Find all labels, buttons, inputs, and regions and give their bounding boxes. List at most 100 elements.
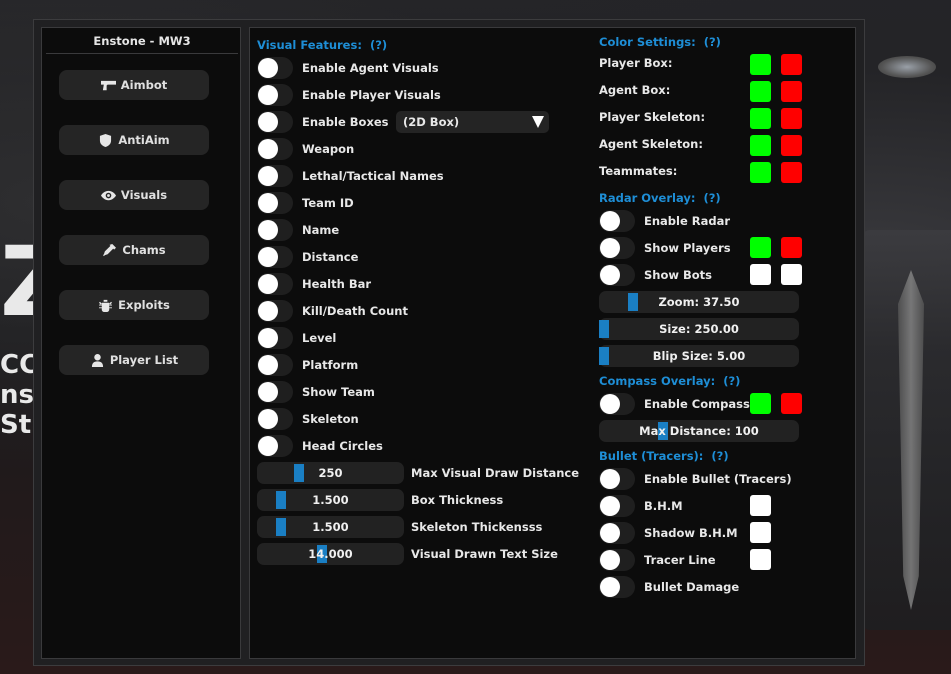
slider-radar-blip-size[interactable]: Blip Size: 5.00 <box>599 345 799 367</box>
color-swatch-hidden[interactable] <box>781 264 802 285</box>
toggle-switch[interactable] <box>257 219 293 241</box>
toggle-switch[interactable] <box>599 210 635 232</box>
help-button[interactable]: (?) <box>711 449 728 463</box>
nav-button-visuals[interactable]: Visuals <box>59 180 209 210</box>
slider-max-visual-draw-distance[interactable]: 250 <box>257 462 404 484</box>
color-swatch-visible[interactable] <box>750 54 771 75</box>
toggle-row[interactable]: Distance <box>257 246 358 268</box>
slider-skeleton-thickness[interactable]: 1.500 <box>257 516 404 538</box>
toggle-row-bullet-damage[interactable]: Bullet Damage <box>599 576 739 598</box>
color-swatch-hidden[interactable] <box>781 135 802 156</box>
toggle-knob <box>600 523 620 543</box>
slider-handle[interactable] <box>276 491 286 509</box>
toggle-row-enable-bullet-tracers[interactable]: Enable Bullet (Tracers) <box>599 468 792 490</box>
toggle-row[interactable]: Team ID <box>257 192 354 214</box>
color-swatch-hidden[interactable] <box>781 162 802 183</box>
color-swatch-visible[interactable] <box>750 237 771 258</box>
toggle-row-enable-radar[interactable]: Enable Radar <box>599 210 730 232</box>
section-title-visual-features: Visual Features: (?) <box>257 38 387 52</box>
toggle-switch[interactable] <box>599 576 635 598</box>
toggle-row[interactable]: Platform <box>257 354 358 376</box>
toggle-row[interactable]: Level <box>257 327 336 349</box>
toggle-switch[interactable] <box>257 84 293 106</box>
toggle-row[interactable]: Enable Boxes <box>257 111 389 133</box>
toggle-row[interactable]: Enable Agent Visuals <box>257 57 439 79</box>
slider-box-thickness[interactable]: 1.500 <box>257 489 404 511</box>
nav-button-exploits[interactable]: Exploits <box>59 290 209 320</box>
color-swatch-hidden[interactable] <box>781 81 802 102</box>
nav-button-aimbot[interactable]: Aimbot <box>59 70 209 100</box>
toggle-switch[interactable] <box>257 111 293 133</box>
toggle-row-enable-compass[interactable]: Enable Compass <box>599 393 750 415</box>
toggle-switch[interactable] <box>599 549 635 571</box>
toggle-switch[interactable] <box>257 354 293 376</box>
toggle-switch[interactable] <box>599 495 635 517</box>
color-swatch-visible[interactable] <box>750 393 771 414</box>
toggle-row-tracer-line[interactable]: Tracer Line <box>599 549 716 571</box>
color-swatch-hidden[interactable] <box>781 237 802 258</box>
toggle-switch[interactable] <box>599 237 635 259</box>
toggle-row[interactable]: Enable Player Visuals <box>257 84 441 106</box>
color-swatch-visible[interactable] <box>750 108 771 129</box>
color-swatch-visible[interactable] <box>750 264 771 285</box>
ceiling-lamp <box>878 56 936 78</box>
toggle-switch[interactable] <box>257 57 293 79</box>
color-swatch[interactable] <box>750 522 771 543</box>
nav-button-chams[interactable]: Chams <box>59 235 209 265</box>
toggle-switch[interactable] <box>599 264 635 286</box>
toggle-switch[interactable] <box>257 300 293 322</box>
nav-button-antiaim[interactable]: AntiAim <box>59 125 209 155</box>
toggle-switch[interactable] <box>257 381 293 403</box>
slider-handle[interactable] <box>599 347 609 365</box>
slider-compass-max-distance[interactable]: Max Distance: 100 <box>599 420 799 442</box>
toggle-knob <box>600 394 620 414</box>
help-button[interactable]: (?) <box>703 191 720 205</box>
toggle-switch[interactable] <box>257 273 293 295</box>
slider-handle[interactable] <box>599 320 609 338</box>
toggle-row[interactable]: Skeleton <box>257 408 359 430</box>
help-button[interactable]: (?) <box>723 374 740 388</box>
color-swatch[interactable] <box>750 549 771 570</box>
toggle-row-shadow-bhm[interactable]: Shadow B.H.M <box>599 522 738 544</box>
toggle-row[interactable]: Kill/Death Count <box>257 300 408 322</box>
toggle-switch[interactable] <box>257 138 293 160</box>
color-swatch-hidden[interactable] <box>781 108 802 129</box>
toggle-row[interactable]: Weapon <box>257 138 354 160</box>
toggle-row[interactable]: Name <box>257 219 339 241</box>
slider-handle[interactable] <box>276 518 286 536</box>
color-swatch-visible[interactable] <box>750 81 771 102</box>
help-button[interactable]: (?) <box>704 35 721 49</box>
toggle-switch[interactable] <box>257 246 293 268</box>
toggle-switch[interactable] <box>257 165 293 187</box>
slider-visual-text-size[interactable]: 14.000 <box>257 543 404 565</box>
box-type-dropdown[interactable]: (2D Box) <box>396 111 549 133</box>
toggle-row-show-bots[interactable]: Show Bots <box>599 264 712 286</box>
slider-handle[interactable] <box>294 464 304 482</box>
toggle-switch[interactable] <box>599 468 635 490</box>
color-swatch-visible[interactable] <box>750 162 771 183</box>
toggle-row[interactable]: Health Bar <box>257 273 371 295</box>
toggle-switch[interactable] <box>599 522 635 544</box>
toggle-label: Bullet Damage <box>644 580 740 594</box>
toggle-switch[interactable] <box>257 408 293 430</box>
slider-handle[interactable] <box>658 422 668 440</box>
slider-radar-size[interactable]: Size: 250.00 <box>599 318 799 340</box>
toggle-row-show-players[interactable]: Show Players <box>599 237 731 259</box>
slider-handle[interactable] <box>628 293 638 311</box>
color-swatch-hidden[interactable] <box>781 54 802 75</box>
toggle-row[interactable]: Lethal/Tactical Names <box>257 165 444 187</box>
slider-handle[interactable] <box>317 545 327 563</box>
toggle-row-bhm[interactable]: B.H.M <box>599 495 683 517</box>
nav-button-player-list[interactable]: Player List <box>59 345 209 375</box>
toggle-switch[interactable] <box>257 192 293 214</box>
slider-radar-zoom[interactable]: Zoom: 37.50 <box>599 291 799 313</box>
color-swatch-visible[interactable] <box>750 135 771 156</box>
color-swatch-hidden[interactable] <box>781 393 802 414</box>
color-swatch[interactable] <box>750 495 771 516</box>
toggle-switch[interactable] <box>599 393 635 415</box>
toggle-row[interactable]: Show Team <box>257 381 375 403</box>
toggle-switch[interactable] <box>257 435 293 457</box>
toggle-switch[interactable] <box>257 327 293 349</box>
toggle-row[interactable]: Head Circles <box>257 435 383 457</box>
help-button[interactable]: (?) <box>370 38 387 52</box>
